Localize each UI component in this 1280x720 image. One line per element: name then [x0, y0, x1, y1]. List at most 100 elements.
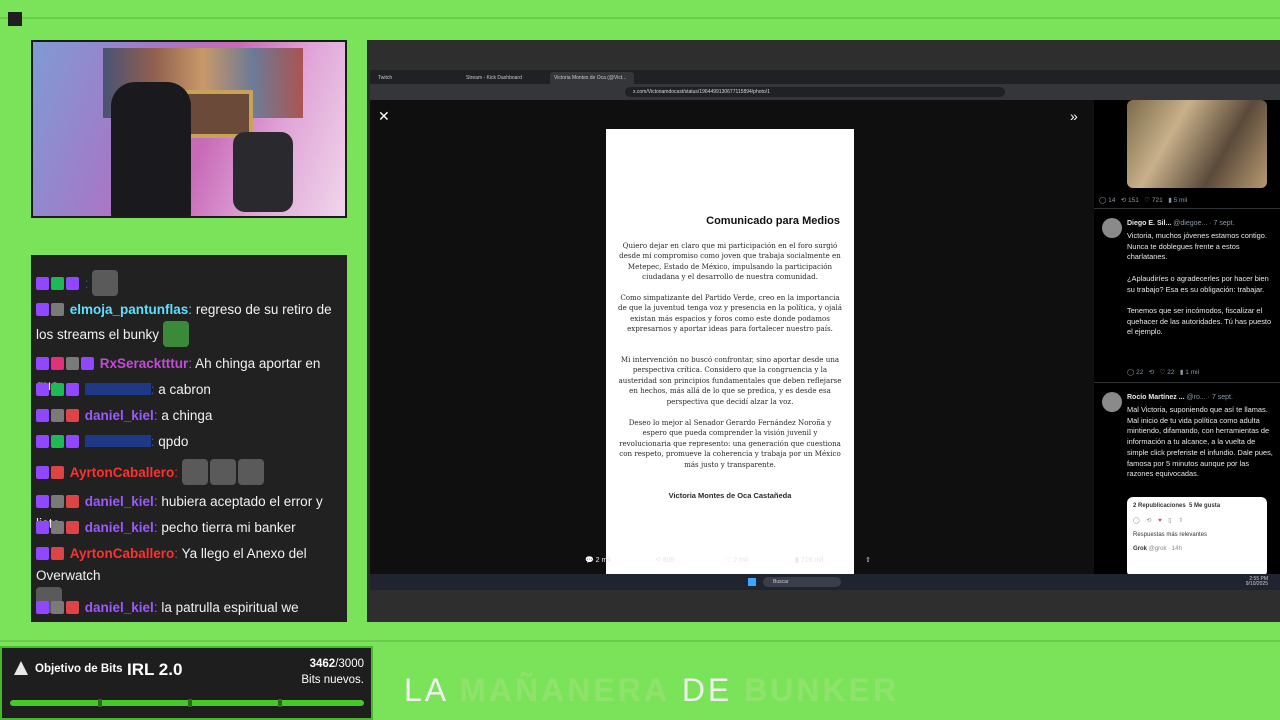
- doc-paragraph: Quiero dejar en claro que mi participaci…: [619, 241, 841, 282]
- chat-username[interactable]: daniel_kiel: [85, 408, 154, 423]
- check-badge-icon: [51, 277, 64, 290]
- tier-badge-icon: [66, 435, 79, 448]
- check-badge-icon: [51, 435, 64, 448]
- chat-message: elmoja_pantunflas: regreso de su retiro …: [36, 299, 344, 347]
- chat-username[interactable]: [84, 383, 151, 395]
- sub-badge-icon: [36, 409, 49, 422]
- card-sort[interactable]: Respuestas más relevantes: [1133, 532, 1261, 538]
- doc-paragraph: Mi intervención no buscó confrontar, sin…: [618, 355, 842, 406]
- emote-icon: [92, 270, 119, 296]
- reply-feed: ◯ 14 ⟲ 151 ♡ 721 ▮ 5 mil Diego E. Sil...…: [1094, 100, 1280, 574]
- browser-window: Twitch Stream - Kick Dashboard Victoria …: [370, 70, 1280, 590]
- heart-badge-icon: [51, 357, 64, 370]
- chat-text: a cabron: [158, 382, 211, 397]
- like-button[interactable]: ♡ 2 mil: [725, 556, 748, 564]
- chat-username[interactable]: [84, 435, 151, 447]
- chat-message: : a cabron: [36, 379, 344, 401]
- photo-viewer: ✕ » Comunicado para Medios Quiero dejar …: [370, 100, 1094, 577]
- x-badge-icon: [66, 521, 79, 534]
- chat-username[interactable]: RxSeracktttur: [100, 356, 189, 371]
- chat-username[interactable]: elmoja_pantunflas: [70, 302, 189, 317]
- chat-username[interactable]: daniel_kiel: [85, 520, 154, 535]
- doc-title: Comunicado para Medios: [706, 215, 840, 227]
- goal-label: Objetivo de Bits: [35, 663, 123, 675]
- goal-current: 3462: [309, 658, 336, 670]
- corner-square: [8, 12, 22, 26]
- close-icon[interactable]: ✕: [378, 108, 390, 125]
- reply-button[interactable]: 💬 2 mil: [585, 556, 610, 564]
- sub-badge-icon: [36, 547, 49, 560]
- goal-subtitle: Bits nuevos.: [301, 674, 364, 686]
- bg-line: [0, 17, 1280, 19]
- url-input[interactable]: x.com/Victoriamdocast/status/19644991306…: [625, 87, 1005, 97]
- title-mananera: MAÑANERA: [459, 672, 670, 708]
- webcam-feed: [31, 40, 347, 218]
- chat-message: : qpdo: [36, 431, 344, 453]
- sub-badge-icon: [36, 521, 49, 534]
- chat-username[interactable]: daniel_kiel: [85, 494, 154, 509]
- monkey-emote-icon: [181, 459, 208, 485]
- drop-badge-icon: [51, 547, 64, 560]
- reply-text: Victoria, muchos jóvenes estamos contigo…: [1127, 231, 1272, 337]
- reply-header: Rocío Martínez ... @ro... · 7 sept.: [1127, 394, 1233, 401]
- goal-tick: [278, 699, 282, 707]
- card-grok: Grok @grok · 14h: [1133, 546, 1182, 552]
- tab-twitch[interactable]: Twitch: [374, 72, 458, 84]
- windows-taskbar: Buscar 2:55 PM 9/10/2025: [370, 574, 1280, 590]
- post-actions: 💬 2 mil ⟲ 805 ♡ 2 mil ▮ 716 mil ⇧: [585, 556, 885, 570]
- x-badge-icon: [66, 409, 79, 422]
- views-button[interactable]: ▮ 716 mil: [795, 556, 823, 564]
- sub-badge-icon: [36, 495, 49, 508]
- title-la: LA: [404, 672, 460, 708]
- bits-gem-icon: [14, 661, 28, 675]
- chat-text: pecho tierra mi banker: [161, 520, 296, 535]
- chat-message: daniel_kiel: la patrulla espiritual we: [36, 597, 344, 619]
- taskbar-search[interactable]: Buscar: [763, 577, 841, 587]
- bits-goal-widget: Objetivo de Bits IRL 2.0 3462/3000 Bits …: [0, 646, 373, 720]
- reply-header: Diego E. Sil... @diegoe... · 7 sept.: [1127, 220, 1235, 227]
- goal-tick: [98, 699, 102, 707]
- windows-start-icon[interactable]: [748, 578, 756, 586]
- post-stats: ◯ 14 ⟲ 151 ♡ 721 ▮ 5 mil: [1099, 197, 1188, 204]
- avatar[interactable]: [1102, 218, 1122, 238]
- chat-panel: : elmoja_pantunflas: regreso de su retir…: [31, 255, 347, 622]
- title-de: DE: [669, 672, 745, 708]
- expand-icon[interactable]: »: [1070, 108, 1078, 124]
- chat-message: :: [36, 270, 344, 296]
- doc-paragraph: Como simpatizante del Partido Verde, cre…: [618, 293, 842, 334]
- card-actions: ◯ ⟲ ♥ ▯ ⇧: [1133, 518, 1184, 524]
- x-badge-icon: [66, 601, 79, 614]
- title-bunker: BUNKER: [744, 672, 900, 708]
- x-badge-icon: [66, 495, 79, 508]
- chat-username[interactable]: AyrtonCaballero: [70, 546, 175, 561]
- sub-badge-icon: [36, 435, 49, 448]
- goal-tick: [188, 699, 192, 707]
- chat-text: la patrulla espiritual we: [161, 600, 299, 615]
- gaming-chair: [111, 82, 191, 216]
- tab-bar: Twitch Stream - Kick Dashboard Victoria …: [370, 70, 1280, 84]
- tab-x[interactable]: Victoria Montes de Oca (@Vict...: [550, 72, 634, 84]
- chat-text: a chinga: [161, 408, 213, 423]
- chat-username[interactable]: AyrtonCaballero: [70, 465, 175, 480]
- share-icon[interactable]: ⇧: [865, 556, 871, 564]
- avatar[interactable]: [1102, 392, 1122, 412]
- chat-text: qpdo: [158, 434, 189, 449]
- press-release-image: Comunicado para Medios Quiero dejar en c…: [606, 129, 854, 577]
- repost-button[interactable]: ⟲ 805: [655, 556, 675, 564]
- drop-badge-icon: [51, 466, 64, 479]
- wreath-badge-icon: [51, 495, 64, 508]
- goal-title: IRL 2.0: [127, 660, 183, 679]
- doc-paragraph: Deseo lo mejor al Senador Gerardo Fernán…: [619, 418, 841, 469]
- tier-badge-icon: [66, 383, 79, 396]
- tier-badge-icon: [81, 357, 94, 370]
- goal-progress-bar: [10, 700, 364, 706]
- wreath-badge-icon: [51, 601, 64, 614]
- reply-text: Mal Victoria, suponiendo que así te llam…: [1127, 405, 1273, 479]
- chat-message: daniel_kiel: pecho tierra mi banker: [36, 517, 344, 539]
- wreath-badge-icon: [66, 357, 79, 370]
- wreath-badge-icon: [51, 409, 64, 422]
- tab-kick[interactable]: Stream - Kick Dashboard: [462, 72, 546, 84]
- chat-message: daniel_kiel: a chinga: [36, 405, 344, 427]
- divider: [1094, 208, 1280, 209]
- chat-username[interactable]: daniel_kiel: [85, 600, 154, 615]
